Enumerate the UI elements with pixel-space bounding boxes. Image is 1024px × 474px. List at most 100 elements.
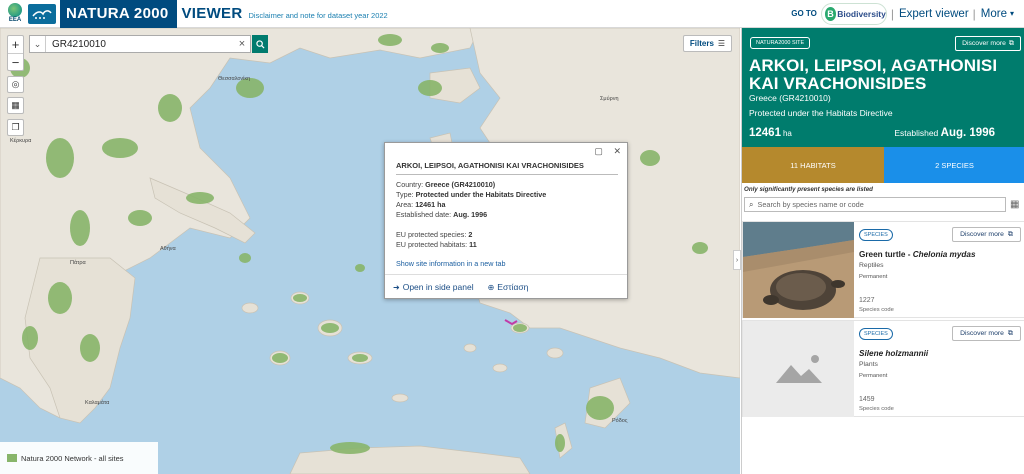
map-label: Ρόδος — [612, 418, 628, 424]
discover-more-label: Discover more — [960, 231, 1004, 238]
species-code: 1459 — [859, 396, 875, 403]
species-count-value: 2 — [468, 230, 473, 239]
green-turtle-photo — [743, 222, 854, 318]
popup-title: ARKOI, LEIPSOI, AGATHONISI KAI VRACHONIS… — [396, 161, 618, 175]
map-label: Πάτρα — [70, 260, 86, 266]
locate-icon: ◎ — [11, 79, 20, 89]
map-legend: Natura 2000 Network - all sites — [0, 442, 158, 474]
species-name: Silene holzmannii — [859, 349, 928, 358]
zoom-out-button[interactable]: − — [8, 53, 23, 70]
more-menu[interactable]: More — [981, 8, 1007, 20]
eea-logo-label: EEA — [8, 17, 22, 23]
species-group: Reptiles — [859, 262, 884, 269]
tab-species[interactable]: 2 SPECIES — [884, 147, 1024, 183]
header-links: GO TO B Biodiversity | Expert viewer | M… — [791, 2, 1014, 25]
tab-habitats[interactable]: 11 HABITATS — [742, 147, 884, 183]
species-name: Green turtle - Chelonia mydas — [859, 250, 976, 259]
new-tab-link[interactable]: Show site information in a new tab — [396, 259, 505, 268]
popup-species-row: EU protected species: 2 — [396, 230, 546, 240]
search-input[interactable]: GR4210010 — [46, 39, 234, 50]
disclaimer-link[interactable]: Disclaimer and note for dataset year 202… — [248, 11, 387, 20]
zoom-control: + − — [7, 35, 24, 71]
area-value: 12461 ha — [415, 200, 446, 209]
species-scientific-name: Chelonia mydas — [912, 250, 976, 259]
clear-search-icon[interactable]: × — [234, 38, 250, 50]
collapse-panel-chevron-icon[interactable]: › — [733, 250, 741, 270]
image-placeholder-icon — [776, 355, 822, 383]
species-count-label: EU protected species: — [396, 230, 467, 239]
map-label: Αθήνα — [160, 246, 176, 252]
image-placeholder — [743, 321, 854, 417]
grid-icon: ▦ — [11, 100, 20, 110]
species-group: Plants — [859, 361, 878, 368]
top-bar: EEA NATURA 2000 VIEWER Disclaimer and no… — [0, 0, 1024, 28]
turtle-image — [743, 222, 854, 318]
species-card[interactable]: SPECIES Discover more ⧉ Green turtle - C… — [742, 221, 1024, 318]
established-value: Aug. 1996 — [940, 127, 995, 139]
species-search-field[interactable]: ⌕ Search by species name or code — [744, 197, 1006, 212]
site-side-panel: NATURA2000 SITE Discover more ⧉ ARKOI, L… — [741, 28, 1024, 474]
map-canvas[interactable]: Θεσσαλονίκη Αθήνα Κέρκυρα Πάτρα Καλαμάτα… — [0, 28, 740, 474]
zoom-to-label: Εστίαση — [497, 282, 529, 292]
species-badge: SPECIES — [859, 229, 893, 241]
arrow-circle-icon: ➜ — [393, 282, 400, 292]
map-label: Καλαμάτα — [85, 400, 110, 406]
brand-viewer-title: VIEWER — [181, 5, 243, 22]
site-area: 12461 ha — [749, 127, 792, 139]
discover-more-button[interactable]: Discover more ⧉ — [952, 227, 1021, 242]
locate-button[interactable]: ◎ — [7, 76, 24, 93]
popup-info: Country: Greece (GR4210010) Type: Protec… — [396, 180, 546, 250]
goto-label: GO TO — [791, 9, 817, 18]
basemap-gallery-button[interactable]: ▦ — [7, 97, 24, 114]
species-status: Permanent — [859, 274, 888, 280]
popup-type-row: Type: Protected under the Habitats Direc… — [396, 190, 546, 200]
site-type-badge: NATURA2000 SITE — [750, 37, 811, 49]
app: EEA NATURA 2000 VIEWER Disclaimer and no… — [0, 0, 1024, 474]
popup-tools: ▢ ✕ — [586, 146, 621, 157]
grid-view-icon[interactable]: ▦ — [1010, 199, 1019, 210]
external-link-icon: ⧉ — [1008, 39, 1014, 47]
filters-button[interactable]: Filters ☰ — [683, 35, 732, 52]
external-link-icon: ⧉ — [1007, 329, 1013, 337]
eea-globe-icon — [8, 3, 22, 17]
eea-logo[interactable]: EEA — [4, 2, 26, 26]
species-badge: SPECIES — [859, 328, 893, 340]
layers-button[interactable]: ❐ — [7, 119, 24, 136]
site-search-box[interactable]: ⌄ GR4210010 × — [29, 35, 251, 53]
popup-actions: ➜ Open in side panel ⊕ Εστίαση — [385, 274, 627, 299]
species-code: 1227 — [859, 297, 875, 304]
site-area-unit: ha — [782, 129, 792, 138]
type-label: Type: — [396, 190, 414, 199]
natura2000-logo[interactable] — [28, 3, 56, 24]
open-side-panel-button[interactable]: ➜ Open in side panel — [393, 282, 474, 292]
search-icon: ⌕ — [749, 199, 754, 209]
search-source-chevron-icon[interactable]: ⌄ — [30, 36, 46, 52]
sliders-icon: ☰ — [717, 39, 726, 48]
species-card[interactable]: SPECIES Discover more ⧉ Silene holzmanni… — [742, 320, 1024, 417]
map-label: Σμύρνη — [600, 96, 619, 102]
discover-more-button[interactable]: Discover more ⧉ — [952, 326, 1021, 341]
biodiversity-link[interactable]: B Biodiversity — [820, 2, 887, 25]
more-chevron-icon[interactable]: ▾ — [1010, 9, 1014, 18]
zoom-in-button[interactable]: + — [8, 36, 23, 53]
habitats-count-value: 11 — [469, 240, 477, 249]
discover-more-button[interactable]: Discover more ⧉ — [955, 36, 1021, 51]
site-protection: Protected under the Habitats Directive — [749, 108, 893, 118]
filters-label: Filters — [689, 39, 714, 48]
country-value: Greece (GR4210010) — [425, 180, 496, 189]
close-icon[interactable]: ✕ — [613, 146, 621, 156]
map-label: Κέρκυρα — [10, 138, 32, 144]
popup-date-row: Established date: Aug. 1996 — [396, 210, 546, 220]
type-value: Protected under the Habitats Directive — [415, 190, 547, 199]
map-label: Θεσσαλονίκη — [218, 76, 251, 82]
search-button[interactable] — [252, 35, 268, 53]
zoom-to-button[interactable]: ⊕ Εστίαση — [488, 282, 529, 292]
header-separator: | — [890, 6, 894, 21]
species-note: Only significantly present species are l… — [744, 186, 873, 193]
zoom-in-icon: ⊕ — [487, 282, 495, 292]
dock-icon[interactable]: ▢ — [594, 146, 603, 156]
expert-viewer-link[interactable]: Expert viewer — [899, 8, 969, 20]
legend-swatch — [7, 454, 17, 462]
biodiversity-logo-icon: B — [824, 6, 837, 21]
